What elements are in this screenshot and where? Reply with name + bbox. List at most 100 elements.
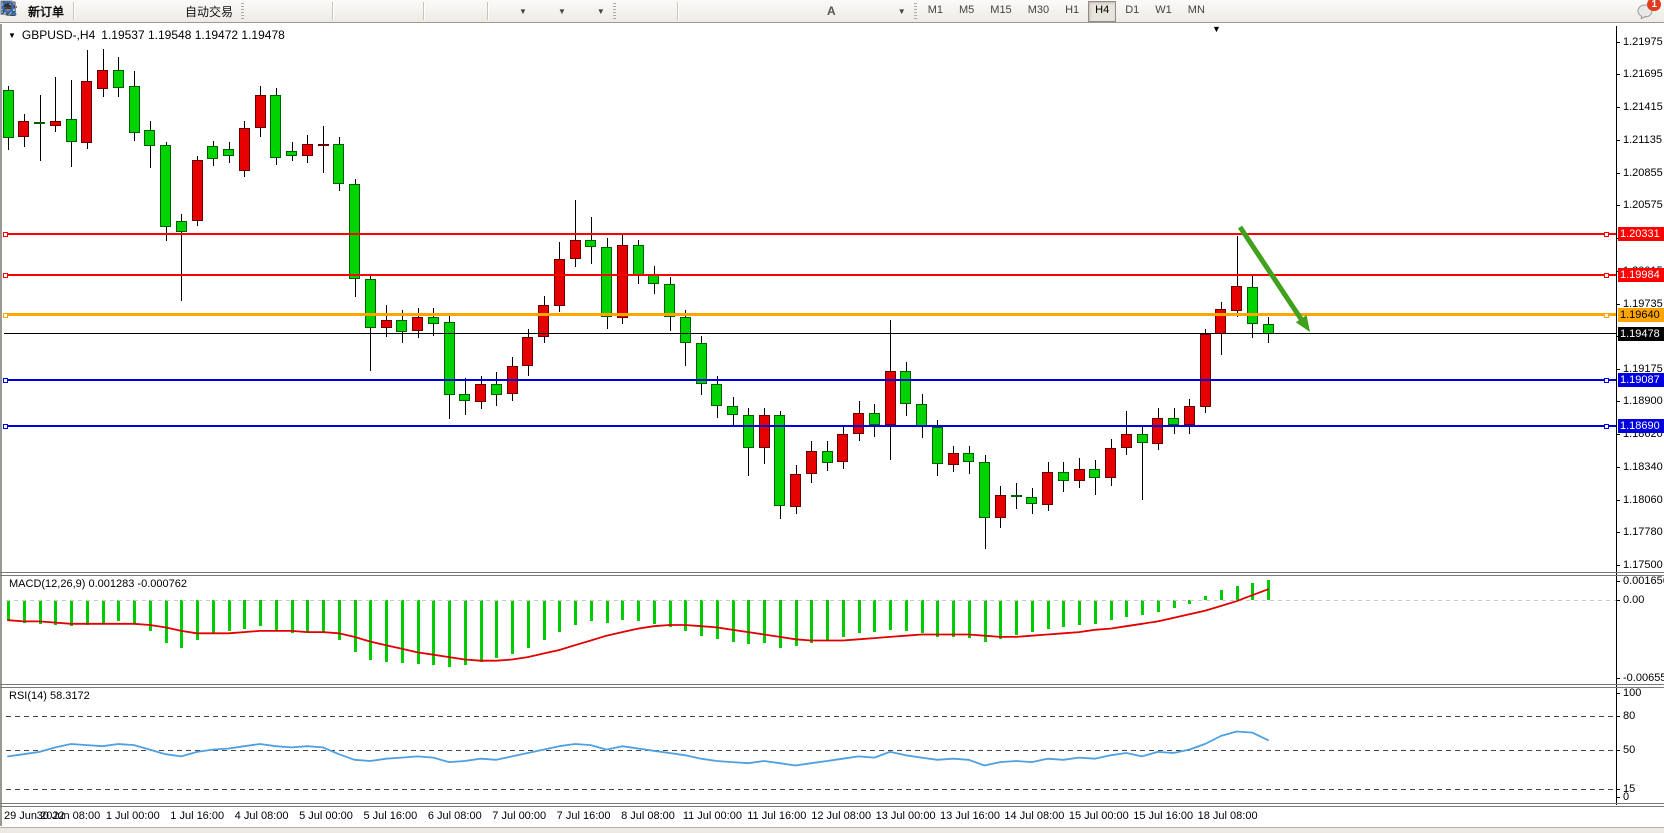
macd-histogram-bar [1173,600,1176,608]
periods-icon [537,3,554,20]
macd-axis-tick [1616,600,1620,601]
title-collapse-arrow[interactable]: ▼ [8,31,16,40]
trendline-tool-button[interactable] [738,0,763,22]
fibonacci-tool-button[interactable]: F [792,0,817,22]
search-icon[interactable] [1612,3,1629,20]
channel-tool-button[interactable]: E [765,0,790,22]
macd-histogram-bar [637,600,640,621]
level-line-right-handle[interactable] [1604,273,1609,278]
date-axis-label: 5 Jul 00:00 [299,810,353,822]
zoom-out-button[interactable] [366,0,391,22]
price-axis-tick [1616,401,1620,402]
price-level-line[interactable] [4,233,1616,235]
candle-body [160,145,171,227]
price-axis-tick [1616,304,1620,305]
macd-zero-line [6,600,1616,601]
candle-body [601,247,612,317]
line-chart-mode-button[interactable] [302,0,327,22]
quotes-button[interactable] [80,0,105,22]
chat-notifications-icon[interactable]: 1 [1637,3,1654,20]
chart-shift-marker[interactable]: ▼ [1212,24,1221,34]
macd-histogram-bar [243,600,246,629]
text-label-tool-button[interactable]: T [846,0,871,22]
price-axis-tick [1616,140,1620,141]
text-tool-button[interactable]: A [819,0,844,22]
timeframe-button-m30[interactable]: M30 [1021,1,1056,22]
price-level-line[interactable] [4,333,1616,334]
market-watch-button[interactable] [107,0,132,22]
timeframe-button-mn[interactable]: MN [1181,1,1212,22]
candle-body [727,406,738,415]
level-line-right-handle[interactable] [1604,232,1609,237]
panel-splitter-line[interactable] [0,803,1664,804]
price-level-line[interactable] [4,425,1616,427]
candle-body [18,121,29,137]
level-line-right-handle[interactable] [1604,424,1609,429]
zoom-in-button[interactable] [339,0,364,22]
level-line-left-handle[interactable] [3,378,8,383]
horizontal-line-tool-button[interactable] [711,0,736,22]
auto-scroll-button[interactable] [430,0,455,22]
macd-histogram-bar [1141,600,1144,615]
panel-splitter-line[interactable] [0,572,1664,573]
chart-symbol-title: GBPUSD-,H4 [22,28,95,42]
macd-histogram-bar [905,600,908,631]
price-axis-tick [1616,565,1620,566]
tile-windows-button[interactable] [393,0,418,22]
timeframe-button-d1[interactable]: D1 [1118,1,1146,22]
timeframe-button-m15[interactable]: M15 [983,1,1018,22]
tile-windows-icon [397,3,414,20]
macd-histogram-bar [448,600,451,667]
candle-wick [40,95,41,161]
candle-body [97,70,108,89]
candle-body [459,394,470,401]
macd-histogram-bar [1062,600,1065,627]
price-level-line[interactable] [4,313,1616,316]
bar-chart-mode-button[interactable] [248,0,273,22]
macd-histogram-bar [23,600,26,623]
level-line-right-handle[interactable] [1604,378,1609,383]
level-line-left-handle[interactable] [3,232,8,237]
chart-shift-button[interactable] [457,0,482,22]
level-line-left-handle[interactable] [3,273,8,278]
price-level-line[interactable] [4,274,1616,276]
indicators-button[interactable]: ▼ [494,0,531,22]
timeframe-button-m1[interactable]: M1 [921,1,950,22]
candle-body [696,343,707,384]
level-line-left-handle[interactable] [3,424,8,429]
candle-body [129,86,140,133]
price-level-line[interactable] [4,379,1616,381]
candle-body [932,427,943,464]
periods-button[interactable]: ▼ [533,0,570,22]
panel-splitter-line[interactable] [0,684,1664,685]
new-order-button[interactable]: 新订单 [4,0,68,22]
macd-histogram-bar [306,600,309,632]
macd-histogram-bar [621,600,624,620]
window-bottom-strip [0,827,1664,833]
window-left-border [0,24,2,826]
candle-body [711,384,722,406]
candle-body [1089,469,1100,478]
level-line-right-handle[interactable] [1604,313,1609,318]
signals-button[interactable] [134,0,159,22]
crosshair-tool-button[interactable] [647,0,672,22]
timeframe-button-h4[interactable]: H4 [1088,1,1116,22]
cursor-tool-button[interactable] [620,0,645,22]
candle-body [585,240,596,247]
arrows-tool-button[interactable]: ▼ [873,0,910,22]
candle-body [1011,495,1022,497]
candle-body [554,259,565,306]
timeframe-button-m5[interactable]: M5 [952,1,981,22]
timeframe-button-w1[interactable]: W1 [1148,1,1179,22]
macd-histogram-bar [952,600,955,637]
timeframe-button-h1[interactable]: H1 [1058,1,1086,22]
candlestick-mode-button[interactable] [275,0,300,22]
templates-button[interactable]: ▼ [572,0,609,22]
main-toolbar: 新订单 自动交易 [0,0,1664,23]
auto-trading-button[interactable]: 自动交易 [161,0,237,22]
vertical-line-tool-button[interactable] [684,0,709,22]
level-line-left-handle[interactable] [3,313,8,318]
candle-body [365,279,376,328]
macd-histogram-bar [291,600,294,633]
macd-histogram-bar [999,600,1002,639]
